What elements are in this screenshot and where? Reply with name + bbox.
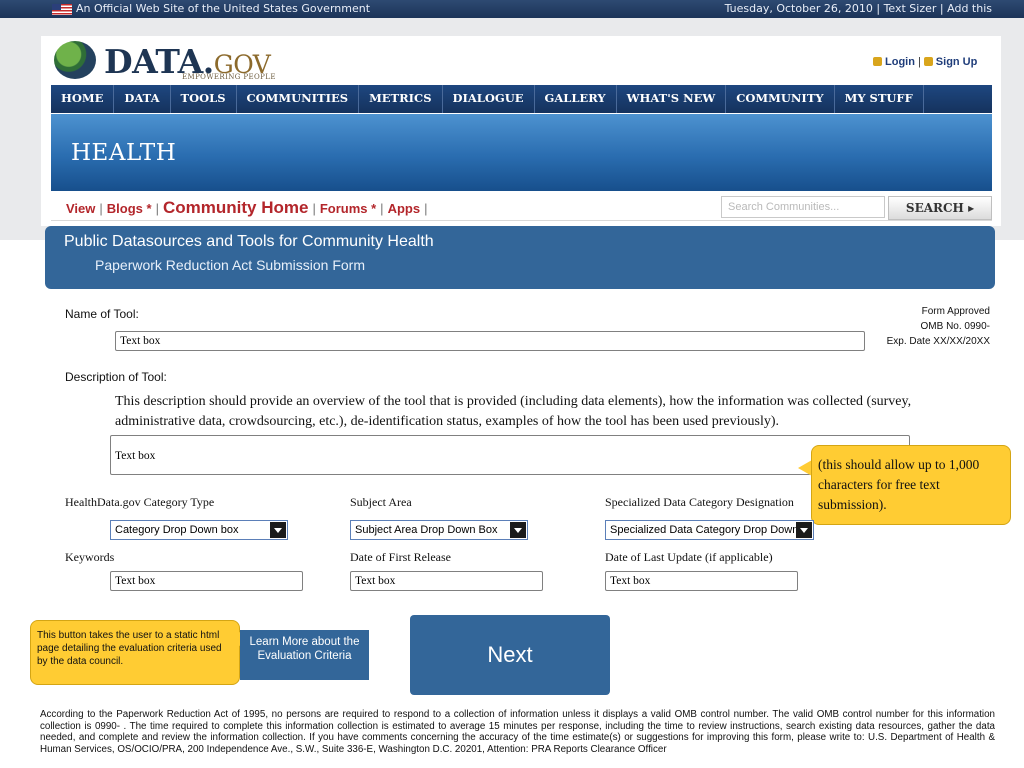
nav-item-dialogue[interactable]: DIALOGUE — [443, 85, 535, 113]
first-release-input[interactable]: Text box — [350, 571, 543, 591]
nav-item-tools[interactable]: TOOLS — [171, 85, 237, 113]
subnav-divider — [51, 220, 992, 221]
description-input[interactable]: Text box — [110, 435, 910, 475]
subnav-apps[interactable]: Apps — [388, 201, 421, 216]
char-limit-callout-text: (this should allow up to 1,000 character… — [818, 457, 980, 512]
description-help-text: This description should provide an overv… — [115, 394, 912, 429]
nav-item-community[interactable]: COMMUNITY — [726, 85, 835, 113]
subnav-forums[interactable]: Forums * — [320, 201, 376, 216]
nav-item-home[interactable]: HOME — [51, 85, 115, 113]
community-subnav: View | Blogs * | Community Home | Forums * | App… — [66, 198, 428, 217]
gov-bar-links: Tuesday, October 26, 2010 | Text Sizer |… — [724, 2, 992, 15]
main-nav: HOME DATA TOOLS COMMUNITIES METRICS DIAL… — [51, 85, 992, 113]
chevron-down-icon[interactable] — [796, 522, 812, 538]
subnav-view[interactable]: View — [66, 201, 95, 216]
specialized-category-label: Specialized Data Category Designation — [605, 495, 794, 509]
globe-logo-icon[interactable] — [54, 41, 96, 79]
name-of-tool-label: Name of Tool: — [65, 307, 139, 321]
account-links: Login | Sign Up — [873, 56, 977, 68]
keywords-label: Keywords — [65, 550, 115, 564]
category-type-label: HealthData.gov Category Type — [65, 495, 215, 509]
nav-item-communities[interactable]: COMMUNITIES — [237, 85, 360, 113]
subnav-community-home[interactable]: Community Home — [163, 198, 308, 217]
subject-area-label: Subject Area — [350, 495, 412, 509]
form-title: Public Datasources and Tools for Communi… — [64, 233, 434, 250]
specialized-category-dropdown[interactable]: Specialized Data Category Drop Down — [605, 520, 814, 540]
search-button[interactable]: SEARCH ▸ — [888, 196, 992, 220]
nav-item-gallery[interactable]: GALLERY — [535, 85, 617, 113]
last-update-input[interactable]: Text box — [605, 571, 798, 591]
health-banner — [51, 114, 992, 191]
text-sizer-link[interactable]: Text Sizer — [884, 2, 937, 15]
date-text: Tuesday, October 26, 2010 — [724, 2, 873, 15]
nav-item-my-stuff[interactable]: MY STUFF — [835, 85, 924, 113]
nav-item-data[interactable]: DATA — [114, 85, 171, 113]
gov-top-bar: An Official Web Site of the United State… — [0, 0, 1024, 18]
name-of-tool-input[interactable]: Text box — [115, 331, 865, 351]
subject-area-dropdown[interactable]: Subject Area Drop Down Box — [350, 520, 528, 540]
learn-more-button[interactable]: Learn More about the Evaluation Criteria — [240, 630, 369, 680]
banner-title: HEALTH — [71, 140, 177, 166]
subnav-blogs[interactable]: Blogs * — [107, 201, 152, 216]
nav-item-whats-new[interactable]: WHAT'S NEW — [617, 85, 727, 113]
omb-approval-info: Form Approved OMB No. 0990- Exp. Date XX… — [886, 306, 990, 347]
first-release-label: Date of First Release — [350, 550, 451, 564]
callout-pointer — [798, 460, 812, 476]
form-subtitle: Paperwork Reduction Act Submission Form — [95, 257, 365, 273]
add-this-link[interactable]: Add this — [947, 2, 992, 15]
keywords-input[interactable]: Text box — [110, 571, 303, 591]
logo-tagline: EMPOWERING PEOPLE — [182, 73, 276, 81]
official-site-text: An Official Web Site of the United State… — [76, 2, 371, 15]
learn-more-callout-text: This button takes the user to a static h… — [37, 630, 222, 667]
chevron-down-icon[interactable] — [510, 522, 526, 538]
next-button[interactable]: Next — [410, 615, 610, 695]
login-link[interactable]: Login — [885, 56, 915, 68]
pra-statement: According to the Paperwork Reduction Act… — [40, 709, 995, 755]
last-update-label: Date of Last Update (if applicable) — [605, 550, 773, 564]
category-type-dropdown[interactable]: Category Drop Down box — [110, 520, 288, 540]
chevron-down-icon[interactable] — [270, 522, 286, 538]
nav-item-metrics[interactable]: METRICS — [359, 85, 443, 113]
user-icon — [873, 57, 882, 66]
us-flag-icon — [52, 4, 72, 15]
lock-icon — [923, 57, 933, 66]
signup-link[interactable]: Sign Up — [936, 56, 978, 68]
search-communities-input[interactable]: Search Communities... — [721, 196, 885, 218]
description-label: Description of Tool: — [65, 370, 167, 384]
